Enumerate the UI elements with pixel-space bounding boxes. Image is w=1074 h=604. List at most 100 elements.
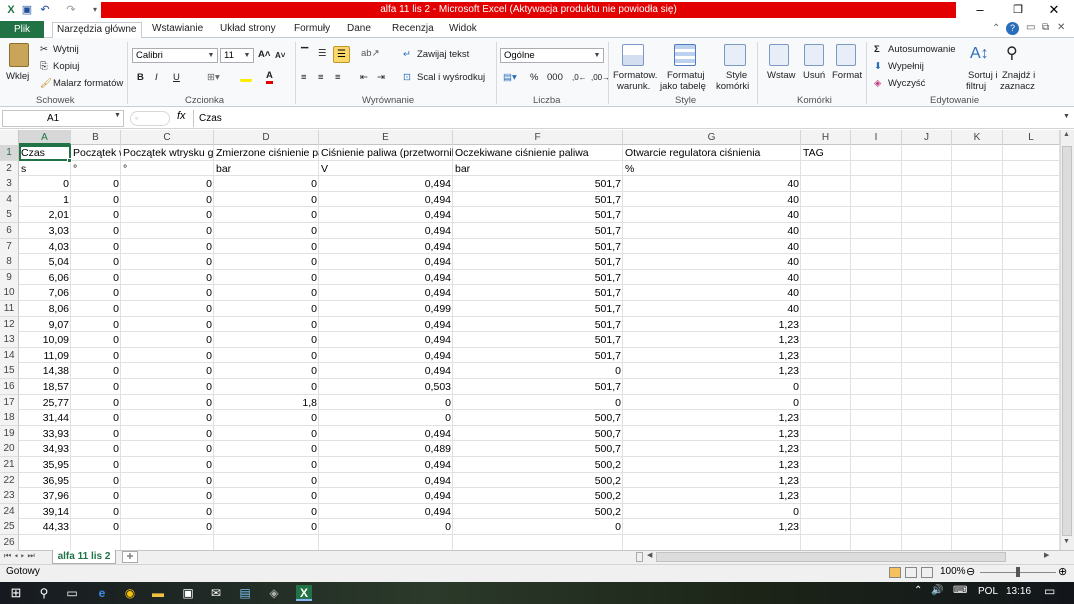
cell-a19[interactable]: 33,93 [19,426,71,442]
sort-filter-line1[interactable]: Sortuj i [968,70,998,81]
delete-cells-icon[interactable] [804,44,824,66]
format-as-table-line1[interactable]: Formatuj [667,70,704,81]
cell-d21[interactable]: 0 [214,457,319,473]
cell-b8[interactable]: 0 [71,254,121,270]
cell-f25[interactable]: 0 [453,519,623,535]
conditional-formatting-line1[interactable]: Formatow. [613,70,657,81]
format-as-table-line2[interactable]: jako tabelę [660,81,706,92]
row-header-7[interactable]: 7 [0,239,19,255]
tab-home[interactable]: Narzędzia główne [52,22,142,39]
cell-d5[interactable]: 0 [214,207,319,223]
cell-f3[interactable]: 501,7 [453,176,623,192]
row-header-20[interactable]: 20 [0,441,19,457]
cell-e1[interactable]: Ciśnienie paliwa (przetwornik) [319,145,453,161]
row-header-5[interactable]: 5 [0,207,19,223]
row-header-3[interactable]: 3 [0,176,19,192]
cell-f12[interactable]: 501,7 [453,317,623,333]
cell-g3[interactable]: 40 [623,176,801,192]
thousands-button[interactable]: 000 [547,72,563,83]
clear-icon[interactable]: ◈ [874,78,881,89]
merge-center-icon[interactable]: ⊡ [403,72,411,83]
cell-a7[interactable]: 4,03 [19,239,71,255]
cell-f4[interactable]: 501,7 [453,192,623,208]
align-bottom-icon[interactable]: ☰ [333,46,350,63]
formula-input[interactable]: Czas [193,110,1061,127]
cell-b20[interactable]: 0 [71,441,121,457]
cell-d22[interactable]: 0 [214,473,319,489]
fill-button[interactable]: Wypełnij [888,61,924,72]
cell-b12[interactable]: 0 [71,317,121,333]
cell-g23[interactable]: 1,23 [623,488,801,504]
cell-g6[interactable]: 40 [623,223,801,239]
copy-icon[interactable]: ⎘ [40,61,48,72]
autosum-button[interactable]: Autosumowanie [888,44,956,55]
sort-filter-icon[interactable]: A↕ [970,44,989,64]
cell-f13[interactable]: 501,7 [453,332,623,348]
cell-e3[interactable]: 0,494 [319,176,453,192]
copy-button[interactable]: Kopiuj [53,61,79,72]
input-language[interactable]: POL [978,586,998,597]
name-box[interactable]: A1 [2,110,124,127]
cell-c15[interactable]: 0 [121,363,214,379]
cell-d18[interactable]: 0 [214,410,319,426]
file-explorer-icon[interactable]: ▬ [150,585,166,601]
save-icon[interactable]: ▣ [20,3,34,17]
scroll-down-icon[interactable]: ▼ [1063,538,1070,545]
percent-button[interactable]: % [530,72,538,83]
cell-f8[interactable]: 501,7 [453,254,623,270]
cell-b10[interactable]: 0 [71,285,121,301]
cell-styles-icon[interactable] [724,44,746,66]
cell-d8[interactable]: 0 [214,254,319,270]
minimize-button[interactable]: – [962,0,998,20]
row-header-22[interactable]: 22 [0,473,19,489]
cell-g4[interactable]: 40 [623,192,801,208]
cell-c11[interactable]: 0 [121,301,214,317]
page-layout-view-icon[interactable] [905,567,917,578]
keyboard-icon[interactable]: ⌨ [953,585,967,596]
format-as-table-icon[interactable] [674,44,696,66]
cell-f9[interactable]: 501,7 [453,270,623,286]
column-header-b[interactable]: B [71,130,121,145]
cell-c4[interactable]: 0 [121,192,214,208]
cut-button[interactable]: Wytnij [53,44,79,55]
cell-d25[interactable]: 0 [214,519,319,535]
cell-b24[interactable]: 0 [71,504,121,520]
cell-e9[interactable]: 0,494 [319,270,453,286]
format-painter-icon[interactable]: 🖌 [40,78,52,89]
workbook-minimize-icon[interactable]: ▭ [1026,22,1035,33]
row-header-21[interactable]: 21 [0,457,19,473]
cell-d3[interactable]: 0 [214,176,319,192]
cell-c20[interactable]: 0 [121,441,214,457]
cell-d17[interactable]: 1,8 [214,395,319,411]
windows-start-icon[interactable]: ⊞ [8,585,24,601]
insert-function-icon[interactable]: fx [177,110,186,122]
cell-f21[interactable]: 500,2 [453,457,623,473]
paste-icon[interactable] [9,43,29,67]
cell-e4[interactable]: 0,494 [319,192,453,208]
cell-g25[interactable]: 1,23 [623,519,801,535]
insert-cells-icon[interactable] [769,44,789,66]
cell-b15[interactable]: 0 [71,363,121,379]
cell-a3[interactable]: 0 [19,176,71,192]
cell-g12[interactable]: 1,23 [623,317,801,333]
delete-cells-button[interactable]: Usuń [803,70,825,81]
task-view-icon[interactable]: ▭ [64,585,80,601]
column-header-d[interactable]: D [214,130,319,145]
remote-desktop-icon[interactable]: ▤ [237,585,253,601]
cell-e20[interactable]: 0,489 [319,441,453,457]
align-middle-icon[interactable]: ☰ [318,48,327,59]
cell-d13[interactable]: 0 [214,332,319,348]
font-color-icon[interactable]: A [266,70,273,84]
cell-e24[interactable]: 0,494 [319,504,453,520]
conditional-formatting-line2[interactable]: warunk. [617,81,650,92]
cell-a14[interactable]: 11,09 [19,348,71,364]
wrap-text-icon[interactable]: ↵ [403,49,411,60]
row-header-1[interactable]: 1 [0,145,19,161]
cell-g5[interactable]: 40 [623,207,801,223]
sheet-tab-active[interactable]: alfa 11 lis 2 [52,550,116,564]
cell-c8[interactable]: 0 [121,254,214,270]
cell-f24[interactable]: 500,2 [453,504,623,520]
cell-e21[interactable]: 0,494 [319,457,453,473]
find-select-icon[interactable]: ⚲ [1006,44,1018,64]
notifications-icon[interactable]: ▭ [1044,584,1055,598]
